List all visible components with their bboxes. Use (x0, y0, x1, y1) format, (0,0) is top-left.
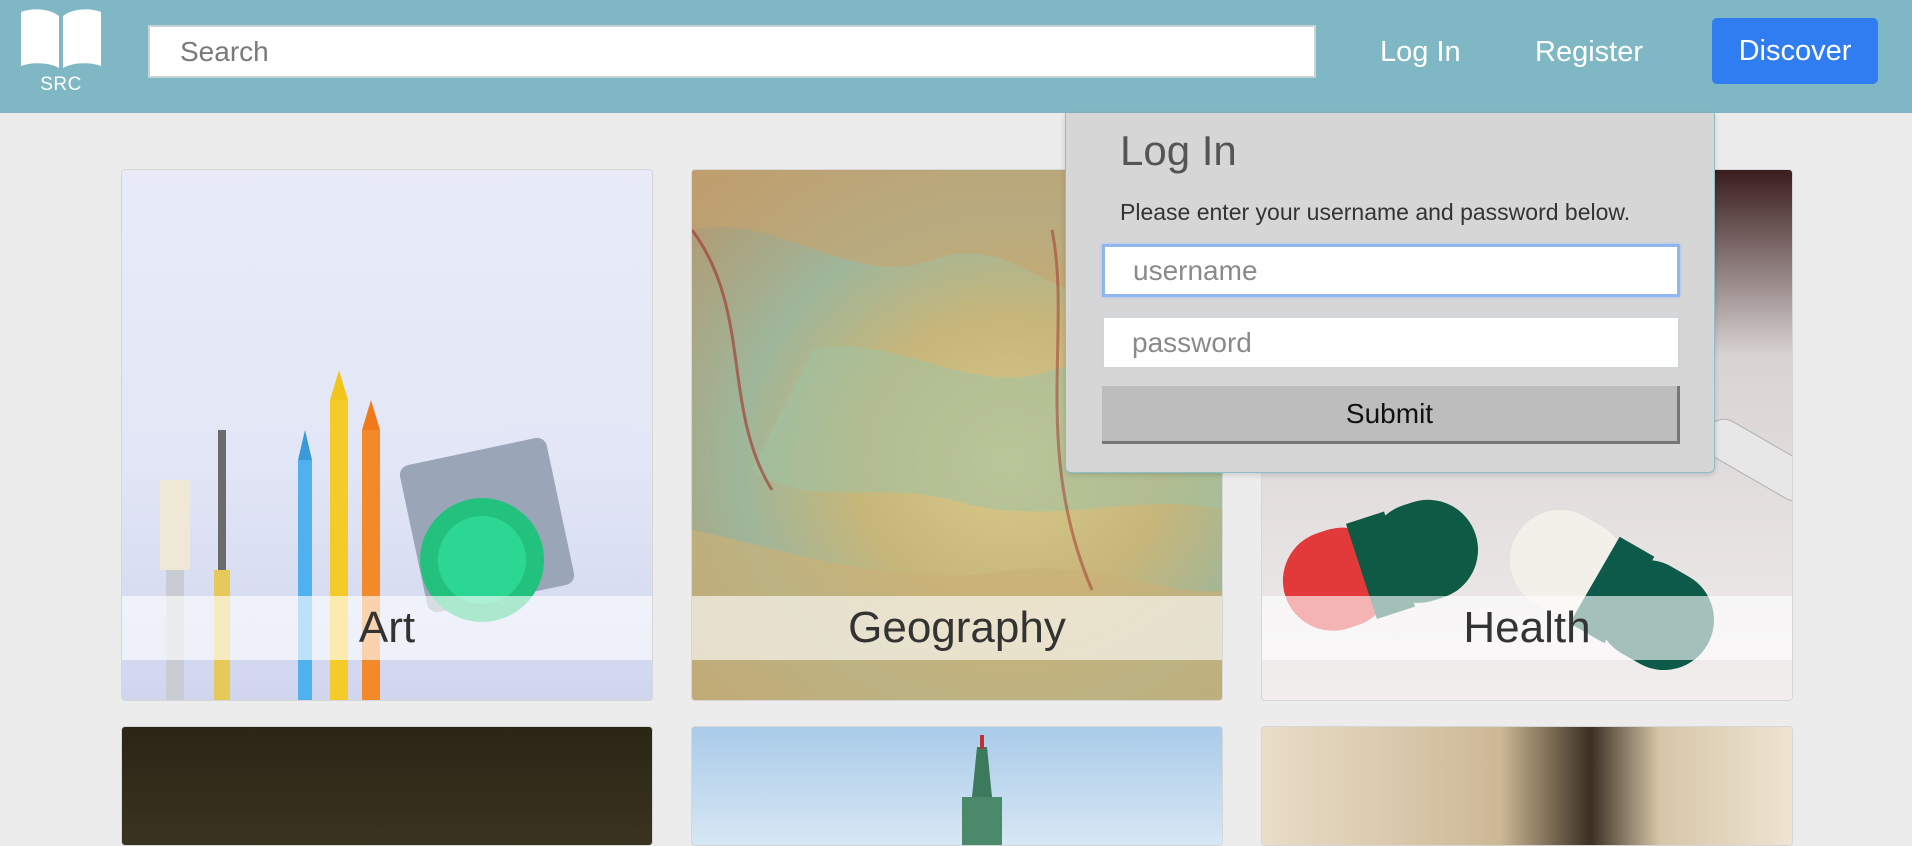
category-card[interactable] (121, 726, 653, 846)
category-label: Health (1262, 596, 1792, 660)
login-popover: Log In Please enter your username and pa… (1065, 113, 1715, 473)
login-link[interactable]: Log In (1380, 30, 1461, 74)
top-navigation-bar: SRC Log In Register Discover (0, 0, 1912, 113)
open-book-icon (19, 6, 103, 70)
register-link[interactable]: Register (1535, 30, 1643, 74)
username-input[interactable] (1102, 244, 1680, 297)
category-label: Geography (692, 596, 1222, 660)
login-title: Log In (1120, 127, 1237, 174)
search-input[interactable] (148, 25, 1316, 78)
login-instructions: Please enter your username and password … (1120, 199, 1631, 225)
category-label: Art (122, 596, 652, 660)
site-logo[interactable]: SRC (18, 6, 104, 98)
discover-button[interactable]: Discover (1712, 18, 1878, 84)
logo-text: SRC (40, 74, 82, 95)
password-input[interactable] (1102, 316, 1680, 369)
category-card[interactable] (691, 726, 1223, 846)
building-spire-image (962, 735, 1002, 845)
category-card-art[interactable]: Art (121, 169, 653, 701)
submit-button[interactable]: Submit (1102, 386, 1680, 444)
category-card[interactable] (1261, 726, 1793, 846)
